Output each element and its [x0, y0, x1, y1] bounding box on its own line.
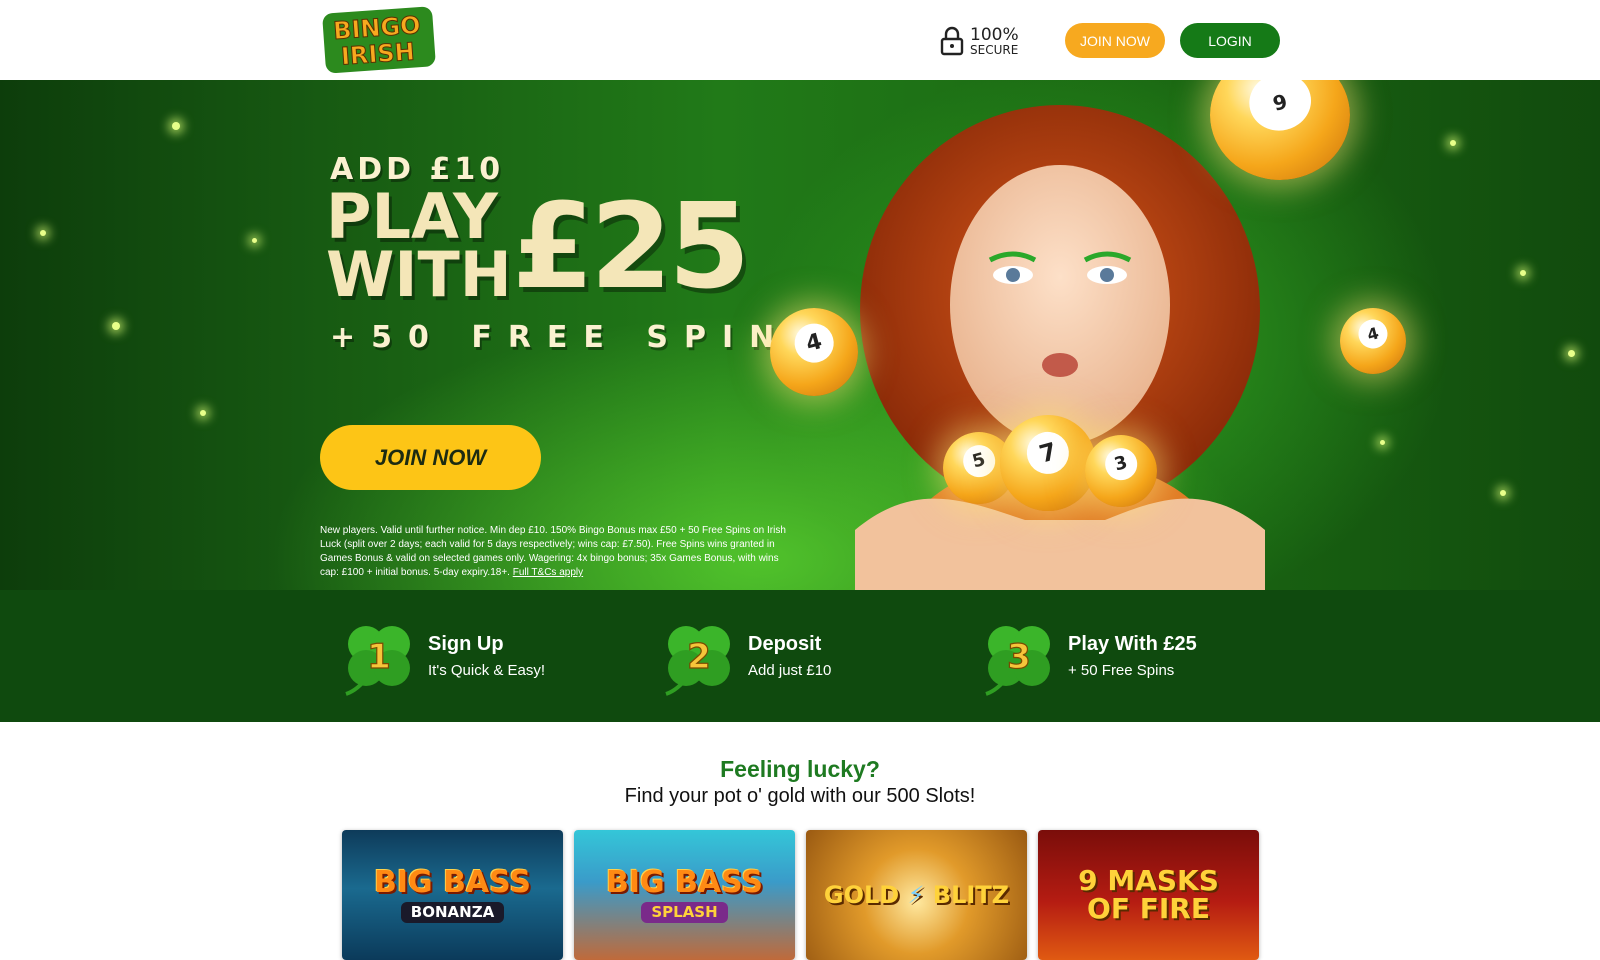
secure-badge: 100% SECURE: [940, 24, 1040, 58]
hero-amount: £25: [512, 177, 750, 315]
site-header: BINGO IRISH 100% SECURE JOIN NOW LOGIN: [0, 0, 1600, 80]
hero-join-button[interactable]: JOIN NOW: [320, 425, 541, 490]
step-subtitle: + 50 Free Spins: [1068, 662, 1175, 679]
ball-number: 4: [1355, 316, 1391, 353]
step-subtitle: It's Quick & Easy!: [428, 662, 546, 679]
firefly-decoration: [1568, 350, 1575, 357]
steps-band: 1 Sign Up It's Quick & Easy! 2 Deposit A…: [0, 590, 1600, 722]
lucky-subtitle: Find your pot o' gold with our 500 Slots…: [624, 785, 976, 807]
step-play: 3 Play With £25 + 50 Free Spins: [978, 616, 1197, 696]
game-tile-9-masks-of-fire[interactable]: 9 MASKS OF FIRE: [1038, 830, 1259, 960]
game-title-line2: OF FIRE: [1087, 892, 1210, 925]
ball-number: 4: [790, 319, 838, 367]
firefly-decoration: [40, 230, 46, 236]
game-logo: GOLD ⚡ BLITZ: [823, 881, 1010, 909]
svg-text:1: 1: [367, 637, 391, 677]
firefly-decoration: [200, 410, 206, 416]
ball-number: 3: [1101, 444, 1141, 484]
secure-percent: 100%: [970, 24, 1019, 45]
svg-text:3: 3: [1007, 637, 1031, 677]
game-title-line1: 9 MASKS: [1078, 864, 1219, 897]
clover-icon: 1: [345, 626, 410, 696]
step-sign-up: 1 Sign Up It's Quick & Easy!: [338, 616, 545, 696]
step-deposit: 2 Deposit Add just £10: [658, 616, 831, 696]
bingo-ball-decoration: 4: [1340, 308, 1406, 374]
woman-holding-bingo-balls-image: [855, 105, 1265, 590]
bingo-irish-logo[interactable]: BINGO IRISH: [322, 6, 438, 74]
firefly-decoration: [112, 322, 120, 330]
hero-banner: ADD £10 PLAY WITH £25 +50 FREE SPINS JOI…: [0, 80, 1600, 590]
game-tile-gold-blitz[interactable]: GOLD ⚡ BLITZ: [806, 830, 1027, 960]
game-logo: BIG BASS BONANZA: [373, 864, 532, 923]
game-title-line2: BLITZ: [932, 881, 1010, 909]
firefly-decoration: [1500, 490, 1506, 496]
svg-text:IRISH: IRISH: [340, 38, 415, 71]
full-terms-link[interactable]: Full T&Cs apply: [513, 567, 583, 578]
game-title-line1: BIG BASS: [373, 864, 532, 900]
terms-text: New players. Valid until further notice.…: [320, 524, 790, 580]
secure-label: SECURE: [970, 42, 1019, 57]
hero-free-spins-text: +50 FREE SPINS: [330, 320, 828, 355]
clover-icon: 3: [985, 626, 1050, 696]
ball-number: 7: [1022, 427, 1074, 480]
bingo-ball-decoration: 7: [1000, 415, 1096, 511]
hero-play-with-text: PLAY WITH: [326, 186, 516, 311]
game-title-line1: BIG BASS: [605, 864, 764, 900]
bingo-ball-decoration: 4: [770, 308, 858, 396]
step-title: Sign Up: [428, 633, 504, 655]
svg-text:2: 2: [687, 637, 711, 677]
step-title: Play With £25: [1068, 633, 1197, 655]
hero-with-line: WITH: [326, 238, 512, 311]
game-tile-big-bass-splash[interactable]: BIG BASS SPLASH: [574, 830, 795, 960]
firefly-decoration: [1380, 440, 1385, 445]
game-tile-big-bass-bonanza[interactable]: BIG BASS BONANZA: [342, 830, 563, 960]
firefly-decoration: [252, 238, 257, 243]
firefly-decoration: [1450, 140, 1456, 146]
lucky-title: Feeling lucky?: [720, 756, 880, 782]
firefly-decoration: [1520, 270, 1526, 276]
ball-number: 5: [959, 441, 999, 481]
step-title: Deposit: [748, 633, 822, 655]
lock-icon: [940, 26, 964, 56]
clover-icon: 2: [665, 626, 730, 696]
bingo-ball-decoration: 3: [1085, 435, 1157, 507]
game-title-line1: GOLD: [823, 881, 900, 909]
firefly-decoration: [172, 122, 180, 130]
game-title-line2: SPLASH: [641, 901, 728, 923]
game-logo: 9 MASKS OF FIRE: [1078, 867, 1219, 923]
login-button[interactable]: LOGIN: [1180, 23, 1280, 58]
step-subtitle: Add just £10: [748, 662, 832, 679]
game-logo: BIG BASS SPLASH: [605, 864, 764, 923]
ball-number: 9: [1242, 80, 1318, 138]
header-join-button[interactable]: JOIN NOW: [1065, 23, 1165, 58]
game-title-line2: BONANZA: [400, 901, 505, 923]
